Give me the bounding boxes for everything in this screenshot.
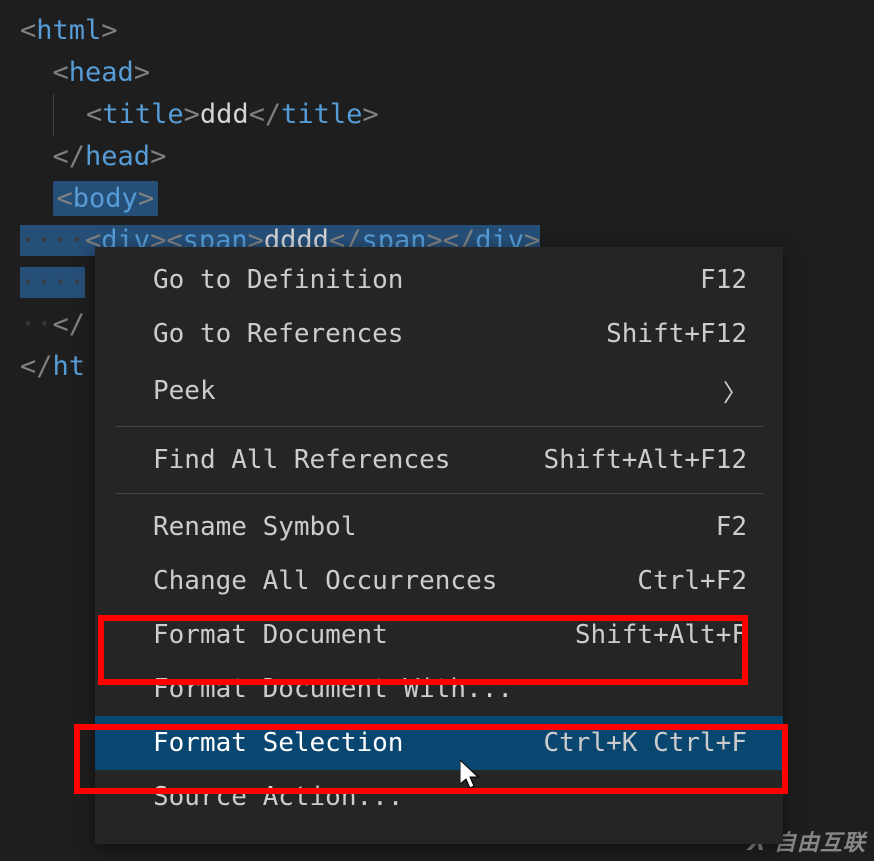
- menu-shortcut: Ctrl+F2: [637, 566, 747, 596]
- menu-item-find-all-references[interactable]: Find All References Shift+Alt+F12: [95, 433, 783, 487]
- menu-label: Rename Symbol: [153, 512, 357, 542]
- menu-shortcut: Shift+Alt+F12: [544, 445, 748, 475]
- menu-separator: [115, 426, 763, 427]
- code-line: <html>: [20, 10, 874, 52]
- menu-label: Find All References: [153, 445, 450, 475]
- menu-item-source-action[interactable]: Source Action...: [95, 770, 783, 824]
- menu-shortcut: Ctrl+K Ctrl+F: [544, 728, 748, 758]
- code-line: <title>ddd</title>: [20, 94, 874, 136]
- menu-shortcut: F2: [716, 512, 747, 542]
- code-line: <head>: [20, 52, 874, 94]
- menu-shortcut: F12: [700, 265, 747, 295]
- menu-item-rename-symbol[interactable]: Rename Symbol F2: [95, 500, 783, 554]
- menu-item-go-to-definition[interactable]: Go to Definition F12: [95, 253, 783, 307]
- menu-shortcut: Shift+Alt+F: [575, 620, 747, 650]
- watermark-text: 自由互联: [774, 825, 866, 857]
- menu-label: Go to Definition: [153, 265, 403, 295]
- context-menu: Go to Definition F12 Go to References Sh…: [95, 247, 783, 844]
- menu-item-change-all-occurrences[interactable]: Change All Occurrences Ctrl+F2: [95, 554, 783, 608]
- menu-label: Change All Occurrences: [153, 566, 497, 596]
- menu-label: Format Selection: [153, 728, 403, 758]
- menu-label: Format Document With...: [153, 674, 513, 704]
- code-line: <body>: [20, 178, 874, 220]
- menu-item-format-document[interactable]: Format Document Shift+Alt+F: [95, 608, 783, 662]
- menu-shortcut: Shift+F12: [606, 319, 747, 349]
- menu-label: Peek: [153, 376, 216, 406]
- menu-label: Source Action...: [153, 782, 403, 812]
- menu-item-format-document-with[interactable]: Format Document With...: [95, 662, 783, 716]
- menu-separator: [115, 493, 763, 494]
- menu-item-format-selection[interactable]: Format Selection Ctrl+K Ctrl+F: [95, 716, 783, 770]
- chevron-right-icon: 〉: [723, 373, 747, 408]
- code-line: </head>: [20, 136, 874, 178]
- menu-label: Go to References: [153, 319, 403, 349]
- menu-label: Format Document: [153, 620, 388, 650]
- menu-item-peek[interactable]: Peek 〉: [95, 361, 783, 420]
- menu-item-go-to-references[interactable]: Go to References Shift+F12: [95, 307, 783, 361]
